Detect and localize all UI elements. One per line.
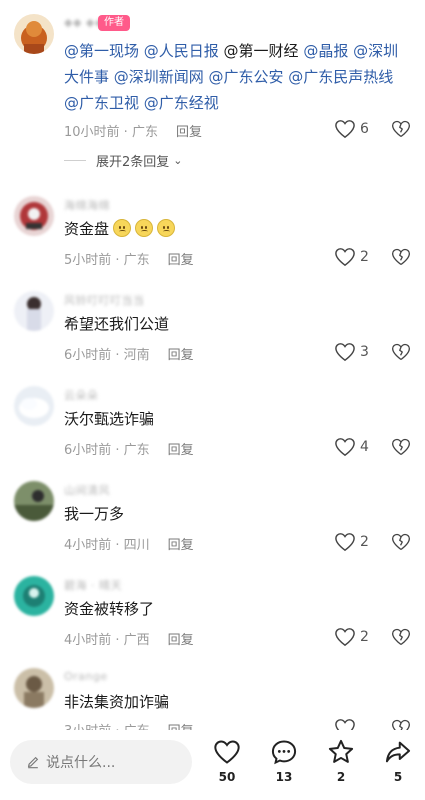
like-action-count: 50	[218, 770, 236, 784]
comment-time: 10小时前 · 广东	[64, 125, 158, 140]
chat-bubble-icon	[271, 740, 297, 765]
like-count: 6	[360, 121, 369, 137]
comment-action-count: 13	[275, 770, 293, 784]
bottom-bar: 说点什么... 50 13 2 5	[0, 730, 425, 800]
heart-icon	[335, 120, 355, 139]
avatar[interactable]	[14, 576, 54, 616]
like-count: 4	[360, 439, 369, 455]
broken-heart-icon[interactable]	[391, 342, 411, 362]
like-count: 2	[360, 249, 369, 265]
comment-time: 4小时前 · 广西	[64, 633, 150, 648]
sad-emoji-icon	[135, 219, 154, 237]
reply-button[interactable]: 回复	[168, 253, 194, 268]
like-count: 2	[360, 629, 369, 645]
broken-heart-icon[interactable]	[391, 437, 411, 457]
like-button[interactable]: 2	[334, 627, 369, 647]
avatar[interactable]	[14, 196, 54, 236]
like-button[interactable]: 2	[334, 532, 369, 552]
comment-text-segment: @第一财经	[223, 42, 304, 60]
broken-heart-icon[interactable]	[391, 247, 411, 267]
comment-meta: 4小时前 · 广西 回复	[64, 629, 194, 648]
star-icon	[328, 739, 354, 763]
avatar[interactable]	[14, 386, 54, 426]
comment-meta: 10小时前 · 广东 回复	[64, 121, 202, 140]
favorite-action-count: 2	[336, 770, 346, 784]
share-action-button[interactable]: 5	[378, 738, 418, 784]
comment-time: 4小时前 · 四川	[64, 538, 150, 553]
comment-text: 我一万多	[64, 505, 125, 523]
share-action-count: 5	[393, 770, 403, 784]
reply-button[interactable]: 回复	[176, 125, 202, 140]
like-button[interactable]: 6	[334, 119, 369, 139]
heart-icon	[335, 533, 355, 552]
reply-button[interactable]: 回复	[168, 348, 194, 363]
comment-meta: 4小时前 · 四川 回复	[64, 534, 194, 553]
comment-time: 6小时前 · 广东	[64, 443, 150, 458]
username[interactable]: 风铃叮叮叮当当	[64, 292, 145, 308]
heart-icon	[335, 248, 355, 267]
divider	[64, 160, 86, 161]
broken-heart-icon[interactable]	[391, 532, 411, 552]
comment-text: 希望还我们公道	[64, 315, 170, 333]
comment-action-button[interactable]: 13	[264, 738, 304, 784]
heart-icon	[335, 343, 355, 362]
username[interactable]: 云朵朵	[64, 387, 99, 403]
username[interactable]: 碧海 · 晴天	[64, 577, 122, 593]
comment-input-placeholder: 说点什么...	[46, 755, 116, 771]
heart-icon	[335, 628, 355, 647]
mention-link[interactable]: @第一现场 @人民日报	[64, 42, 224, 60]
comment-text-body: 资金盘	[64, 220, 110, 238]
avatar[interactable]	[14, 481, 54, 521]
heart-icon	[335, 438, 355, 457]
comment-time: 5小时前 · 广东	[64, 253, 150, 268]
share-arrow-icon	[385, 741, 411, 763]
comment-text: 非法集资加诈骗	[64, 693, 170, 711]
username[interactable]: Orange	[64, 670, 108, 683]
heart-icon	[214, 740, 240, 764]
avatar[interactable]	[14, 14, 54, 54]
like-action-button[interactable]: 50	[207, 738, 247, 784]
expand-replies[interactable]: 展开2条回复 ⌄	[64, 151, 183, 170]
sad-emoji-icon	[113, 219, 132, 237]
sad-emoji-icon	[157, 219, 176, 237]
reply-button[interactable]: 回复	[168, 443, 194, 458]
broken-heart-icon[interactable]	[391, 627, 411, 647]
broken-heart-icon[interactable]	[391, 119, 411, 139]
avatar[interactable]	[14, 668, 54, 708]
comment-text: 资金盘	[64, 216, 409, 242]
comment-text: 资金被转移了	[64, 600, 155, 618]
username[interactable]: 山间清风	[64, 482, 110, 498]
like-button[interactable]: 4	[334, 437, 369, 457]
like-button[interactable]: 3	[334, 342, 369, 362]
comment-meta: 5小时前 · 广东 回复	[64, 249, 194, 268]
comment-meta: 6小时前 · 河南 回复	[64, 344, 194, 363]
like-count: 3	[360, 344, 369, 360]
comment-meta: 6小时前 · 广东 回复	[64, 439, 194, 458]
comment-time: 6小时前 · 河南	[64, 348, 150, 363]
chevron-down-icon: ⌄	[173, 154, 183, 167]
like-button[interactable]: 2	[334, 247, 369, 267]
author-badge: 作者	[98, 15, 130, 31]
favorite-action-button[interactable]: 2	[321, 738, 361, 784]
pencil-icon	[27, 756, 39, 769]
reply-button[interactable]: 回复	[168, 633, 194, 648]
comment-input[interactable]: 说点什么...	[10, 740, 192, 784]
username[interactable]: 海绵海绵	[64, 197, 110, 213]
like-count: 2	[360, 534, 369, 550]
reply-button[interactable]: 回复	[168, 538, 194, 553]
expand-label: 展开2条回复	[96, 155, 170, 170]
avatar[interactable]	[14, 291, 54, 331]
comment-text: 沃尔甄选诈骗	[64, 410, 155, 428]
comment-text: @第一现场 @人民日报 @第一财经 @晶报 @深圳大件事 @深圳新闻网 @广东公…	[64, 38, 409, 116]
